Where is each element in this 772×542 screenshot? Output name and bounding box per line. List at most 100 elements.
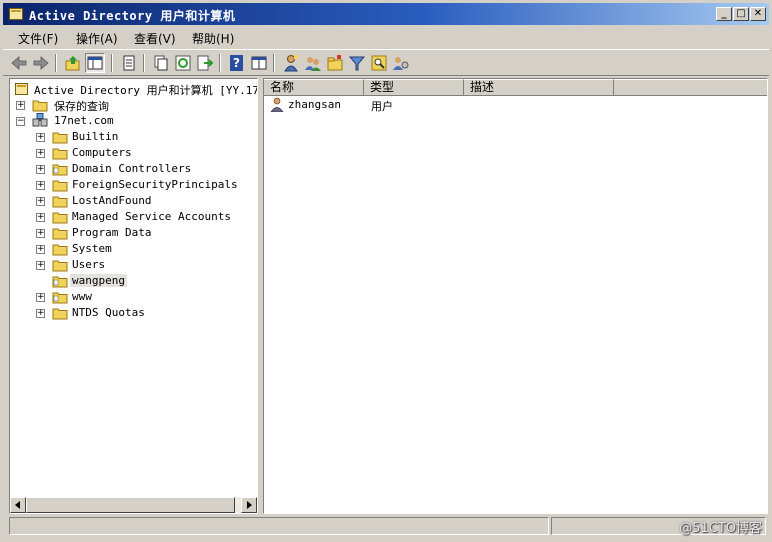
toolbar-separator: [273, 54, 275, 72]
tree-item-ntds-quotas[interactable]: + NTDS Quotas: [36, 305, 256, 321]
tree-item-label: 保存的查询: [54, 100, 109, 113]
expand-toggle[interactable]: +: [36, 181, 45, 190]
back-button[interactable]: [9, 53, 29, 73]
window-title: Active Directory 用户和计算机: [29, 9, 236, 23]
tree-item-lost-and-found[interactable]: + LostAndFound: [36, 193, 256, 209]
svg-text:?: ?: [233, 56, 240, 70]
expand-toggle[interactable]: +: [36, 229, 45, 238]
tree-item-label: Users: [72, 258, 106, 271]
tree-item-label: System: [72, 242, 112, 255]
find-button[interactable]: [369, 53, 389, 73]
menu-view[interactable]: 查看(V): [134, 30, 176, 47]
tree-item-domain-controllers[interactable]: + Domain Controllers: [36, 161, 256, 177]
new-user-icon: [284, 55, 298, 72]
tree-item-foreign-security-principals[interactable]: + ForeignSecurityPrincipals: [36, 177, 256, 193]
expand-toggle[interactable]: +: [16, 101, 25, 110]
up-level-button[interactable]: [63, 53, 83, 73]
tree-item-wangpeng[interactable]: wangpeng: [36, 273, 256, 289]
tree-item-program-data[interactable]: + Program Data: [36, 225, 256, 241]
title-bar[interactable]: Active Directory 用户和计算机 _ □ ✕: [3, 3, 769, 25]
tree-item-label: LostAndFound: [72, 194, 152, 207]
copy-icon: [154, 55, 168, 71]
close-button[interactable]: ✕: [750, 7, 766, 21]
arrow-right-icon: [247, 501, 252, 509]
tree-item-saved-queries[interactable]: + 保存的查询: [16, 97, 256, 113]
folder-icon: [52, 148, 68, 160]
new-ou-button[interactable]: [325, 53, 345, 73]
help-button[interactable]: ?: [227, 53, 247, 73]
collapse-toggle[interactable]: −: [16, 117, 25, 126]
toolbar: ?: [3, 49, 769, 76]
tree-item-www[interactable]: + www: [36, 289, 256, 305]
back-icon: [11, 56, 27, 70]
show-tree-button[interactable]: [85, 53, 105, 73]
expand-toggle[interactable]: +: [36, 261, 45, 270]
menu-help[interactable]: 帮助(H): [192, 30, 234, 47]
tree-item-label: Computers: [72, 146, 132, 159]
tree-item-builtin[interactable]: + Builtin: [36, 129, 256, 145]
list-item[interactable]: zhangsan 用户: [268, 97, 763, 113]
copy-button[interactable]: [151, 53, 171, 73]
status-panel-main: [9, 517, 549, 535]
tree-item-label: ForeignSecurityPrincipals: [72, 178, 238, 191]
new-ou-icon: [327, 55, 343, 71]
expand-toggle[interactable]: +: [36, 165, 45, 174]
tree-item-computers[interactable]: + Computers: [36, 145, 256, 161]
ou-folder-icon: [52, 276, 68, 288]
column-header-type[interactable]: 类型: [364, 79, 464, 96]
console-tree-button[interactable]: [249, 53, 269, 73]
new-group-button[interactable]: [303, 53, 323, 73]
app-window: Active Directory 用户和计算机 _ □ ✕ 文件(F) 操作(A…: [0, 0, 772, 542]
scroll-left-button[interactable]: [10, 497, 26, 513]
scroll-thumb[interactable]: [26, 497, 235, 513]
tree-item-users[interactable]: + Users: [36, 257, 256, 273]
properties-button[interactable]: [119, 53, 139, 73]
ad-root-icon: [15, 83, 28, 95]
details-list[interactable]: 名称 类型 描述 zhangsan 用户: [263, 78, 768, 514]
expand-toggle[interactable]: +: [36, 197, 45, 206]
tree-root-label: Active Directory 用户和计算机 [YY.17n: [34, 84, 258, 97]
expand-toggle[interactable]: +: [36, 245, 45, 254]
tree-item-managed-service-accounts[interactable]: + Managed Service Accounts: [36, 209, 256, 225]
list-item-type: 用户: [371, 100, 393, 113]
tree-root[interactable]: Active Directory 用户和计算机 [YY.17n: [14, 81, 258, 97]
column-header-description[interactable]: 描述: [464, 79, 614, 96]
tree-horizontal-scrollbar[interactable]: [10, 497, 257, 513]
expand-toggle[interactable]: +: [36, 149, 45, 158]
tree-item-label: wangpeng: [70, 274, 127, 287]
scroll-right-button[interactable]: [241, 497, 257, 513]
ad-app-icon: [9, 8, 23, 20]
expand-toggle[interactable]: +: [36, 133, 45, 142]
export-list-button[interactable]: [195, 53, 215, 73]
new-user-button[interactable]: [281, 53, 301, 73]
up-folder-icon: [65, 56, 80, 71]
refresh-button[interactable]: [173, 53, 193, 73]
minimize-button[interactable]: _: [716, 7, 732, 21]
menu-action[interactable]: 操作(A): [76, 30, 118, 47]
ou-folder-icon: [52, 292, 68, 304]
menu-file[interactable]: 文件(F): [18, 30, 58, 47]
tree-item-domain[interactable]: − 17net.com: [16, 113, 256, 129]
folder-icon: [52, 244, 68, 256]
folder-icon: [52, 260, 68, 272]
maximize-button[interactable]: □: [733, 7, 749, 21]
expand-toggle[interactable]: +: [36, 293, 45, 302]
tree-item-label: Builtin: [72, 130, 119, 143]
column-header-filler: [614, 79, 767, 96]
folder-icon: [52, 196, 68, 208]
expand-toggle[interactable]: +: [36, 309, 45, 318]
help-icon: ?: [230, 55, 243, 71]
filter-button[interactable]: [347, 53, 367, 73]
console-tree[interactable]: Active Directory 用户和计算机 [YY.17n + 保存的查询 …: [9, 78, 258, 514]
forward-button[interactable]: [31, 53, 51, 73]
tree-item-system[interactable]: + System: [36, 241, 256, 257]
tree-item-label: www: [72, 290, 92, 303]
toolbar-separator: [219, 54, 221, 72]
tree-item-label: Managed Service Accounts: [72, 210, 231, 223]
tree-item-label: 17net.com: [54, 114, 114, 127]
watermark-text: @51CTO博客: [679, 521, 762, 536]
expand-toggle[interactable]: +: [36, 213, 45, 222]
folder-icon: [32, 100, 48, 112]
add-to-group-button[interactable]: [391, 53, 411, 73]
column-header-name[interactable]: 名称: [264, 79, 364, 96]
